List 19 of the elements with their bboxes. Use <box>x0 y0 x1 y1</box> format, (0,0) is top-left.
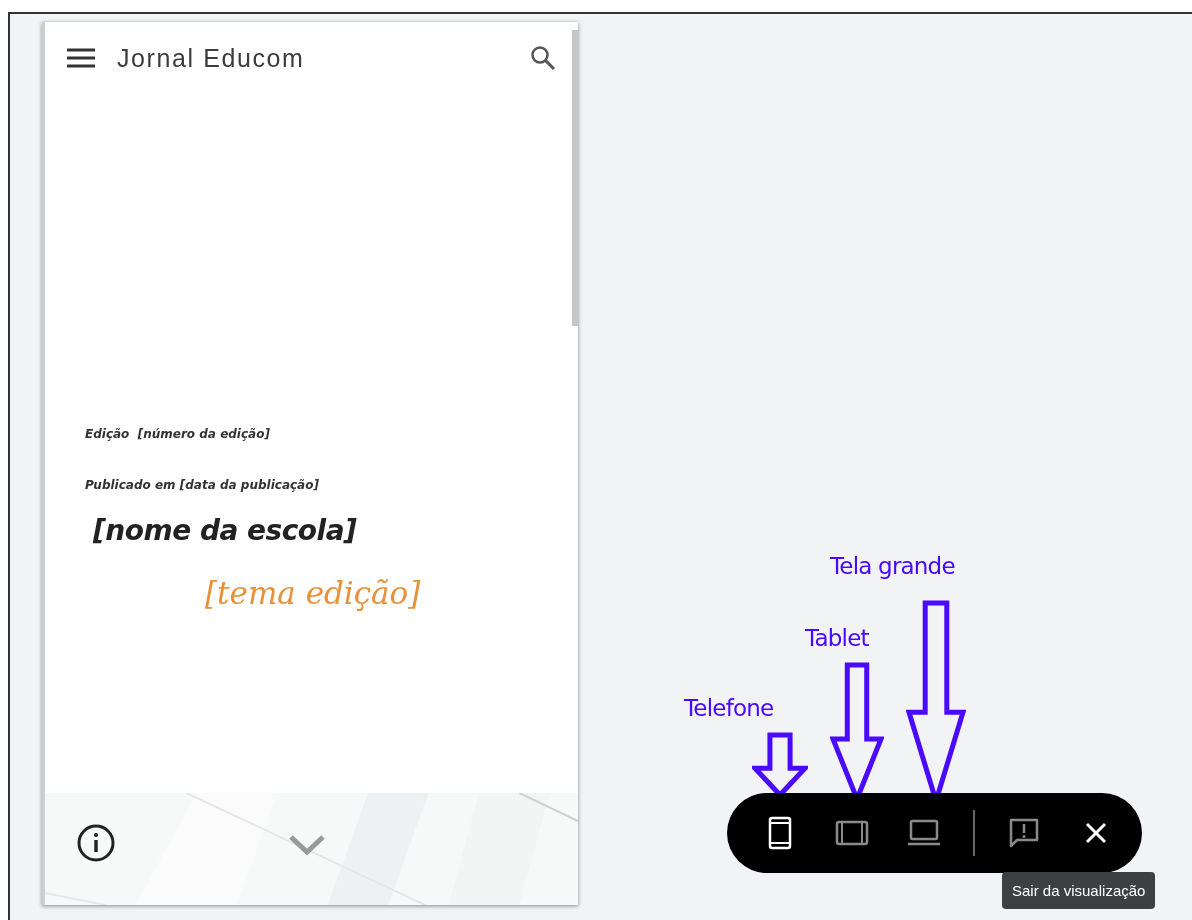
annotation-label: Tablet <box>805 625 869 651</box>
search-icon[interactable] <box>530 45 556 71</box>
school-name: [nome da escola] <box>93 514 357 547</box>
tooltip: Sair da visualização <box>1002 872 1156 909</box>
menu-icon[interactable] <box>67 48 95 68</box>
laptop-icon <box>907 819 941 847</box>
scrollbar[interactable] <box>572 30 578 326</box>
annotation-label: Tela grande <box>830 553 955 579</box>
info-icon[interactable] <box>76 823 116 863</box>
phone-icon <box>768 816 792 850</box>
site-title: Jornal Educom <box>117 43 306 73</box>
published-text: Publicado em [data da publicação] <box>85 478 319 492</box>
edition-text: Edição [número da edição] <box>85 427 270 441</box>
chevron-down-icon[interactable] <box>288 833 326 857</box>
tablet-icon <box>835 820 869 846</box>
annotation-label: Telefone <box>684 695 774 721</box>
close-icon <box>1084 821 1108 845</box>
edition-theme: [tema edição] <box>205 575 421 611</box>
feedback-icon <box>1008 817 1040 849</box>
